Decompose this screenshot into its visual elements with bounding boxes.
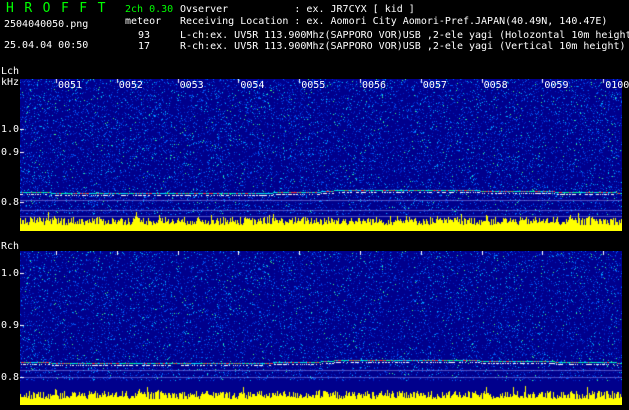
observer-info: Ovserver : ex. JR7CYX [ kid ] [180,4,415,15]
meteor-label: meteor [125,16,162,27]
time-label: 0056 [362,80,387,91]
time-label: 0058 [483,80,508,91]
app-logo: HROFFT [6,1,116,16]
rch-spectrogram-canvas [20,251,622,405]
filename-label: 2504040050.png [4,19,89,30]
rch-label: Rch [1,241,20,252]
time-label: 0054 [240,80,265,91]
rch-ytick-0-9: 0.9 [1,320,20,331]
time-label: 0053 [179,80,204,91]
lch-ytick-0-8: 0.8 [1,197,20,208]
rch-waterfall [20,251,622,405]
time-label: 0055 [301,80,326,91]
lch-label: Lch [1,66,20,77]
meteor-count-lch: 93 [137,30,150,41]
datetime-label: 25.04.04 00:50 [4,40,89,51]
lch-unit-label: kHz [1,77,20,88]
location-info: Receiving Location : ex. Aomori City Aom… [180,16,608,27]
meteor-count-rch: 17 [137,41,150,52]
time-label: 0100 [605,80,629,91]
time-label: 0052 [118,80,143,91]
time-label: 0057 [422,80,447,91]
lch-waterfall [20,79,622,231]
lch-ytick-0-9: 0.9 [1,147,20,158]
rch-receiver-info: R-ch:ex. UV5R 113.900Mhz(SAPPORO VOR)USB… [180,41,626,52]
lch-receiver-info: L-ch:ex. UV5R 113.900Mhz(SAPPORO VOR)USB… [180,30,629,41]
time-label: 0059 [544,80,569,91]
lch-ytick-1-0: 1.0 [1,124,20,135]
header-panel: HROFFT 2504040050.png 25.04.04 00:50 2ch… [0,0,629,66]
version-label: 2ch 0.30 [125,4,174,15]
rch-ytick-0-8: 0.8 [1,372,20,383]
time-label: 0051 [58,80,83,91]
rch-ytick-1-0: 1.0 [1,268,20,279]
lch-spectrogram-canvas [20,79,622,231]
